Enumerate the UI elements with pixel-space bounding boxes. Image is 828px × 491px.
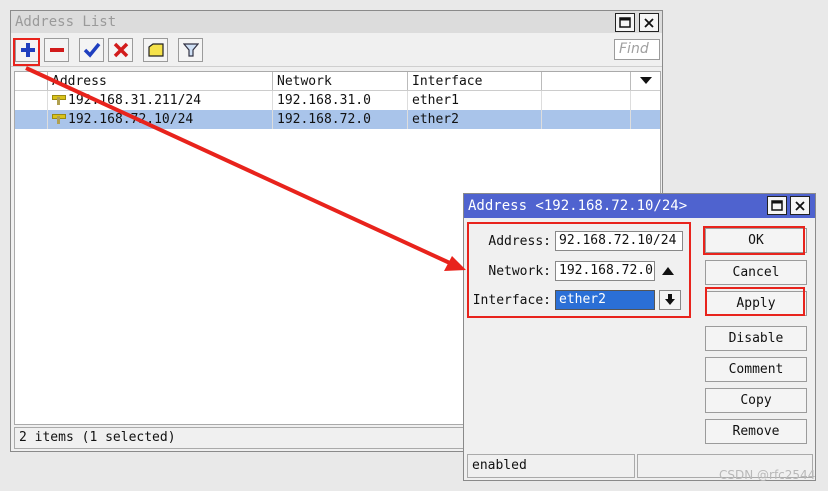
annotation-arrow-line — [25, 66, 453, 266]
watermark: CSDN @rfc2544 — [719, 468, 816, 482]
annotation-arrow-layer — [25, 66, 466, 271]
